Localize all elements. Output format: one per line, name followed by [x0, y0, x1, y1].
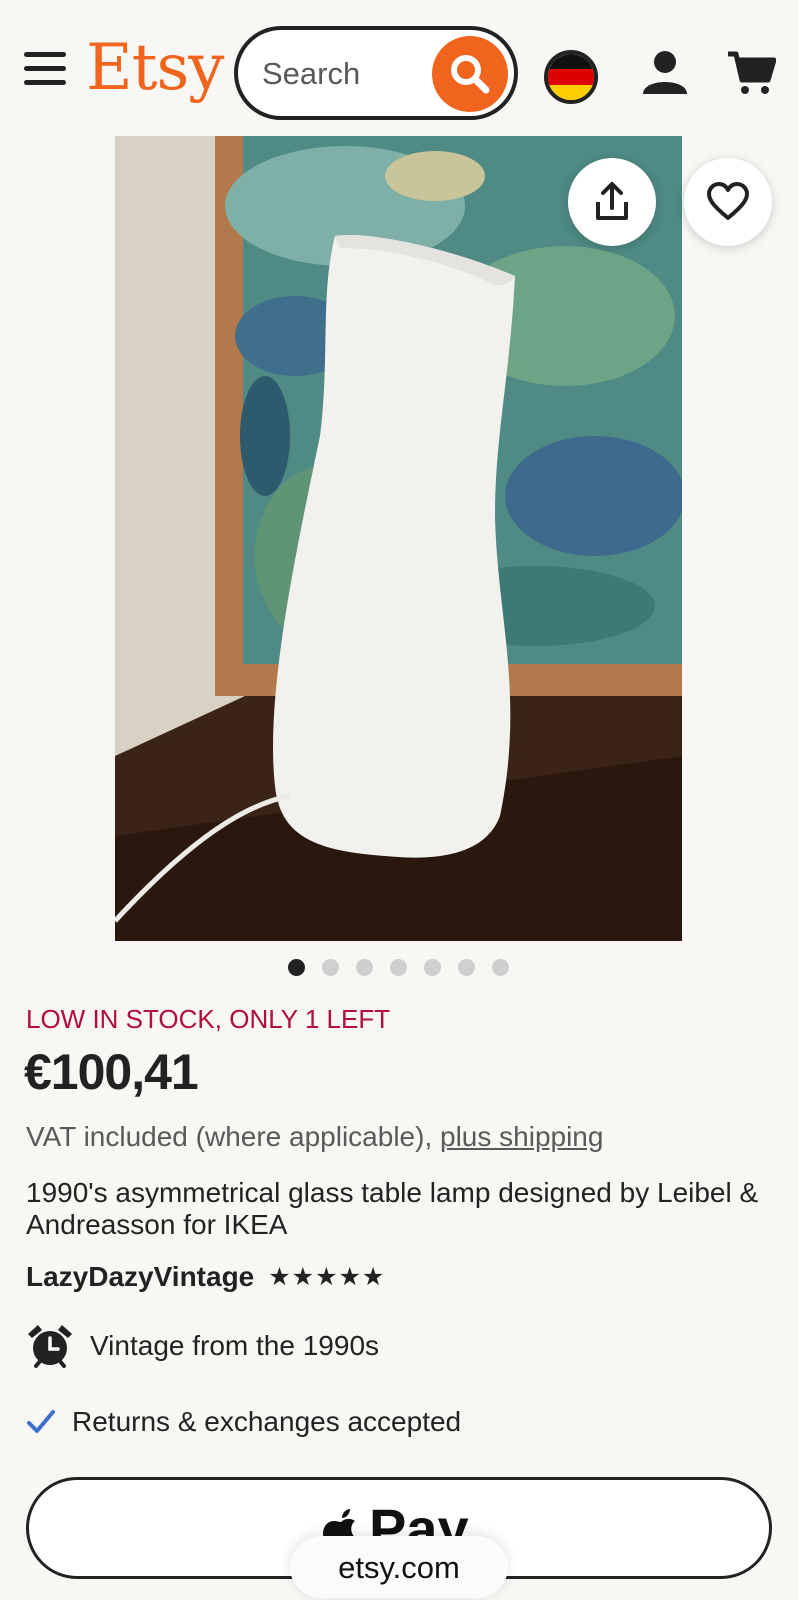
search-icon: [451, 55, 490, 94]
carousel-dot[interactable]: [356, 959, 373, 976]
germany-flag-icon[interactable]: [544, 50, 598, 104]
browser-url-bar[interactable]: etsy.com: [290, 1536, 508, 1598]
vintage-text: Vintage from the 1990s: [90, 1330, 380, 1361]
stock-notice: LOW IN STOCK, ONLY 1 LEFT: [26, 1004, 391, 1034]
user-icon[interactable]: [640, 48, 690, 98]
search-input[interactable]: [262, 52, 422, 96]
vat-info: VAT included (where applicable), plus sh…: [26, 1121, 603, 1153]
menu-icon[interactable]: [24, 52, 68, 92]
carousel-dot[interactable]: [458, 959, 475, 976]
rating-stars[interactable]: ★★★★★: [268, 1262, 385, 1292]
alarm-clock-icon: [28, 1325, 72, 1368]
etsy-logo[interactable]: Etsy: [86, 36, 224, 100]
product-image[interactable]: [115, 136, 682, 941]
url-text: etsy.com: [338, 1550, 460, 1585]
site-header: Etsy: [0, 0, 798, 136]
listing-title: 1990's asymmetrical glass table lamp des…: [26, 1177, 759, 1240]
favorite-button[interactable]: [684, 158, 772, 246]
carousel-dot[interactable]: [322, 959, 339, 976]
search-button[interactable]: [432, 36, 508, 112]
seller-row: LazyDazyVintage ★★★★★: [26, 1261, 385, 1297]
carousel-dot[interactable]: [492, 959, 509, 976]
heart-icon: [707, 182, 749, 220]
carousel-dot[interactable]: [288, 959, 305, 976]
vat-text: VAT included (where applicable),: [26, 1121, 440, 1152]
checkmark-icon: [27, 1410, 55, 1433]
image-carousel-indicator: [288, 959, 518, 979]
carousel-dot[interactable]: [390, 959, 407, 976]
seller-name[interactable]: LazyDazyVintage: [26, 1261, 254, 1292]
returns-text: Returns & exchanges accepted: [72, 1406, 462, 1437]
share-button[interactable]: [568, 158, 656, 246]
shipping-link[interactable]: plus shipping: [440, 1121, 603, 1152]
price: €100,41: [24, 1044, 199, 1100]
search-bar[interactable]: [234, 26, 518, 120]
cart-icon[interactable]: [726, 48, 777, 98]
carousel-dot[interactable]: [424, 959, 441, 976]
share-icon: [596, 182, 628, 220]
